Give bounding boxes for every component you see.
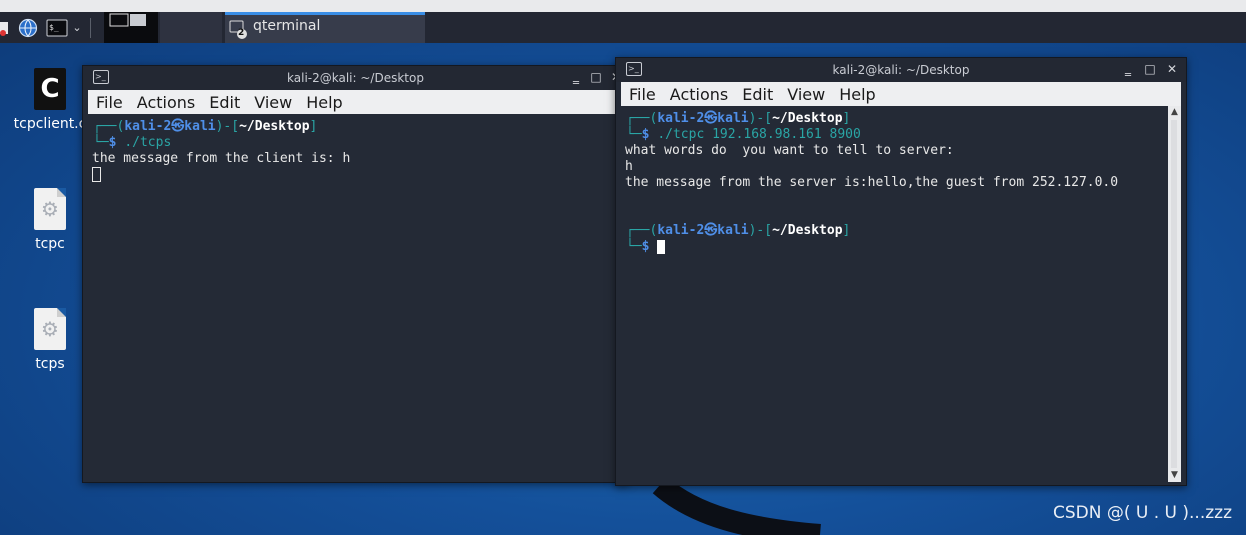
prompt-line: ┌──(kali-2㉿kali)-[~/Desktop] (626, 223, 851, 238)
desktop-icon-tcpclient[interactable]: C tcpclient.c (10, 68, 90, 132)
window-titlebar[interactable]: >_ kali-2@kali: ~/Desktop ‗ □ ✕ (83, 66, 628, 90)
taskbar: $_ ⌄ 2 qterminal (0, 12, 1246, 43)
menu-file[interactable]: File (96, 93, 123, 112)
terminal-output[interactable]: ┌──(kali-2㉿kali)-[~/Desktop] └─$ ./tcps … (88, 114, 623, 479)
command-line: └─$ ./tcps (93, 135, 172, 150)
output-line: what words do you want to tell to server… (625, 143, 954, 158)
terminal-launcher-icon[interactable]: $_ (45, 17, 69, 38)
window-titlebar[interactable]: >_ kali-2@kali: ~/Desktop ‗ □ ✕ (616, 58, 1186, 82)
output-line: the message from the client is: h (92, 151, 351, 166)
output-line: h (625, 159, 633, 174)
menubar: File Actions Edit View Help (621, 82, 1181, 106)
menu-file[interactable]: File (629, 85, 656, 104)
output-line: the message from the server is:hello,the… (625, 175, 1119, 190)
terminal-window-server[interactable]: >_ kali-2@kali: ~/Desktop ‗ □ ✕ File Act… (82, 65, 629, 483)
desktop-icon-label: tcpclient.c (13, 116, 87, 132)
task-qterminal[interactable]: 2 qterminal (225, 12, 425, 43)
svg-text:$_: $_ (49, 23, 59, 32)
scroll-track[interactable] (1171, 120, 1177, 468)
maximize-button[interactable]: □ (1142, 61, 1158, 77)
taskbar-separator (90, 18, 91, 38)
desktop-icon-label: tcpc (35, 236, 65, 252)
menu-actions[interactable]: Actions (670, 85, 728, 104)
desktop-icon-label: tcps (35, 356, 65, 372)
desktop-icon-tcps[interactable]: ⚙ tcps (10, 308, 90, 372)
menu-view[interactable]: View (787, 85, 825, 104)
window-title: kali-2@kali: ~/Desktop (832, 63, 970, 77)
c-source-file-icon: C (34, 68, 66, 110)
scroll-up-arrow-icon[interactable]: ▲ (1168, 106, 1181, 119)
window-title: kali-2@kali: ~/Desktop (287, 71, 424, 85)
browser-icon[interactable] (17, 17, 39, 38)
workspace-1[interactable] (104, 12, 158, 43)
cursor (92, 167, 101, 183)
close-button[interactable]: ✕ (1164, 61, 1180, 77)
top-strip (0, 0, 1246, 12)
menu-actions[interactable]: Actions (137, 93, 195, 112)
minimize-button[interactable]: ‗ (568, 69, 584, 85)
menubar: File Actions Edit View Help (88, 90, 623, 114)
cursor (657, 239, 666, 254)
chevron-down-icon[interactable]: ⌄ (71, 17, 83, 38)
vertical-scrollbar[interactable]: ▲ ▼ (1168, 106, 1181, 482)
executable-file-icon: ⚙ (34, 308, 66, 350)
menu-edit[interactable]: Edit (209, 93, 240, 112)
menu-help[interactable]: Help (839, 85, 875, 104)
qterminal-task-icon: 2 (229, 20, 249, 44)
watermark: CSDN @( U . U )...zzz (1052, 503, 1232, 523)
menu-help[interactable]: Help (306, 93, 342, 112)
task-label: qterminal (253, 18, 321, 34)
command-line: └─$ ./tcpc 192.168.98.161 8900 (626, 127, 861, 142)
input-line: └─$ (626, 239, 666, 255)
menu-edit[interactable]: Edit (742, 85, 773, 104)
app-menu-icon[interactable] (0, 17, 10, 38)
terminal-output[interactable]: ┌──(kali-2㉿kali)-[~/Desktop] └─$ ./tcpc … (621, 106, 1168, 482)
scroll-down-arrow-icon[interactable]: ▼ (1168, 469, 1181, 482)
executable-file-icon: ⚙ (34, 188, 66, 230)
prompt-line: ┌──(kali-2㉿kali)-[~/Desktop] (93, 119, 318, 134)
workspace-2[interactable] (160, 12, 222, 43)
task-badge: 2 (238, 28, 245, 38)
maximize-button[interactable]: □ (588, 69, 604, 85)
desktop-icon-tcpc[interactable]: ⚙ tcpc (10, 188, 90, 252)
task-active-indicator (225, 12, 425, 15)
terminal-window-client[interactable]: >_ kali-2@kali: ~/Desktop ‗ □ ✕ File Act… (615, 57, 1187, 486)
prompt-line: ┌──(kali-2㉿kali)-[~/Desktop] (626, 111, 851, 126)
minimize-button[interactable]: ‗ (1120, 61, 1136, 77)
menu-view[interactable]: View (254, 93, 292, 112)
